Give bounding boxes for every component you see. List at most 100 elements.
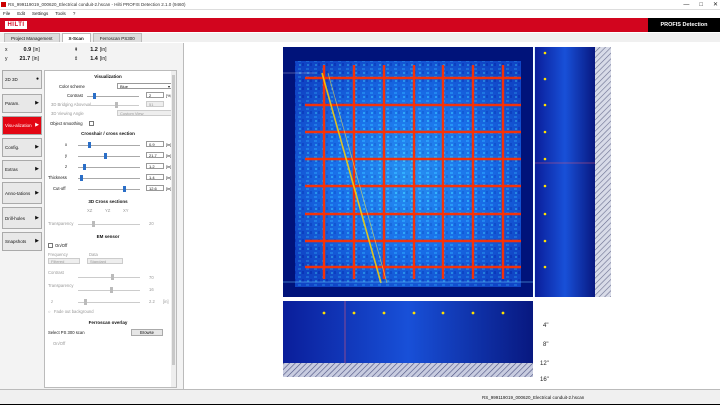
em-contrast-slider[interactable] [78, 274, 140, 280]
menu-edit[interactable]: Edit [17, 10, 25, 18]
scrollbar-thumb[interactable] [172, 75, 175, 365]
cross3d-xy-toggle[interactable]: XY [123, 208, 129, 213]
menu-settings[interactable]: Settings [32, 10, 48, 18]
ferroscan-onoff-label[interactable]: On/Off [53, 341, 65, 346]
em-onoff-label: On/Off [55, 243, 68, 248]
slider-thumb[interactable] [80, 175, 83, 181]
side-button-label: Config. [5, 145, 20, 150]
bottom-section-view[interactable]: 4" 8" 12" 16" [283, 301, 549, 383]
smoothing-label: Object smoothing [50, 121, 83, 126]
minimize-button[interactable]: — [683, 0, 689, 10]
em-z-label: z [51, 299, 54, 304]
bottom-section-background [283, 301, 533, 363]
thickness-label: Thickness [48, 175, 67, 180]
tab-ferroscan[interactable]: Ferroscan PS300 [92, 33, 142, 42]
side-hatched-region [595, 47, 611, 297]
side-button-config[interactable]: Config. ▶ [2, 138, 42, 157]
fade-background-label[interactable]: Fade out background [54, 309, 94, 314]
z2-unit: [in] [99, 56, 107, 62]
slider-thumb[interactable] [84, 299, 87, 305]
em-transparency-label: Transparency [48, 283, 74, 288]
contrast-input[interactable]: 2 [146, 92, 164, 98]
scan-visualization[interactable]: 4" 8" 12" 16" [185, 43, 720, 389]
em-transparency-slider[interactable] [78, 287, 140, 293]
side-button-label: Drill-holes [5, 215, 26, 221]
x-coord-value: 0.9 [23, 47, 32, 53]
thickness-slider[interactable] [78, 175, 140, 181]
cross3d-heading: 3D Cross sections [88, 199, 128, 204]
slider-thumb[interactable] [110, 287, 113, 293]
side-button-2d3d[interactable]: 2D 3D ● [2, 70, 42, 89]
browse-button[interactable]: Browse [131, 329, 163, 336]
cutoff-input[interactable]: 12.6 [146, 185, 164, 191]
viewing-angle-select[interactable]: Custom View [117, 110, 172, 116]
crosshair-y-input[interactable]: 21.7 [146, 152, 164, 158]
menu-tools[interactable]: Tools [55, 10, 66, 18]
em-data-select[interactable]: Standard [87, 258, 123, 264]
bulb-icon: ● [35, 76, 39, 82]
slider-thumb[interactable] [88, 142, 91, 148]
maximize-button[interactable]: □ [699, 0, 703, 10]
crosshair-z-slider[interactable] [78, 164, 140, 170]
tab-x-scan[interactable]: X-Scan [61, 33, 91, 42]
y-coord-unit: [in] [32, 56, 39, 62]
cross3d-xz-toggle[interactable]: XZ [87, 208, 92, 213]
em-z-unit: [in] [163, 299, 169, 304]
slider-thumb[interactable] [93, 93, 96, 99]
side-section-background [535, 47, 595, 297]
cross3d-transparency-value: 20 [149, 221, 154, 226]
thickness-input[interactable]: 1.4 [146, 174, 164, 180]
crosshair-z-label: z [65, 164, 68, 169]
crosshair-y-slider[interactable] [78, 153, 140, 159]
brand-bar: HILTI PROFIS Detection [0, 18, 720, 32]
arrow-right-icon: ▶ [35, 144, 39, 150]
crosshair-x-slider[interactable] [78, 142, 140, 148]
bridging-slider[interactable] [87, 102, 139, 108]
close-button[interactable]: ✕ [713, 0, 718, 10]
visualization-heading: Visualization [94, 74, 122, 79]
menu-help[interactable]: ? [73, 10, 76, 18]
tab-project-management[interactable]: Project Management [4, 33, 60, 42]
crosshair-z-input[interactable]: 1.2 [146, 163, 164, 169]
menu-bar: File Edit Settings Tools ? [0, 10, 720, 18]
em-frequency-select[interactable]: Filtered [48, 258, 80, 264]
properties-scrollbar[interactable] [171, 71, 176, 387]
y-coord-value: 21.7 [19, 56, 31, 62]
slider-thumb[interactable] [123, 186, 126, 192]
x-coord-label: x [5, 47, 8, 53]
side-section-view[interactable] [535, 47, 611, 297]
slider-thumb[interactable] [104, 153, 107, 159]
side-button-extras[interactable]: Extras ▶ [2, 160, 42, 179]
slider-thumb[interactable] [115, 102, 118, 108]
crosshair-x-label: x [65, 142, 68, 147]
product-name: PROFIS Detection [648, 18, 720, 32]
slider-thumb[interactable] [111, 274, 114, 280]
contrast-slider[interactable] [87, 93, 139, 99]
slider-thumb[interactable] [92, 221, 95, 227]
cross3d-transparency-slider[interactable] [78, 221, 140, 227]
visualization-properties-panel: Visualization Color scheme Blue ▾ Contras… [44, 70, 177, 388]
arrow-right-icon: ▶ [35, 122, 39, 128]
plan-view[interactable] [283, 47, 536, 297]
left-panel: x 0.9 [in] y 21.7 [in] ⇞ 1.2 [in] ⇕ 1.4 … [0, 43, 184, 389]
smoothing-checkbox[interactable] [89, 121, 94, 126]
side-button-annotations[interactable]: Anno-tations ▶ [2, 182, 42, 204]
status-file-name: RS_999119019_000620_Electrical conduit-2… [482, 395, 585, 400]
color-scheme-label: Color scheme [59, 84, 85, 89]
cross3d-yz-toggle[interactable]: YZ [105, 208, 110, 213]
slider-thumb[interactable] [83, 164, 86, 170]
em-z-slider[interactable] [78, 299, 140, 305]
em-onoff-checkbox[interactable] [48, 243, 53, 248]
menu-file[interactable]: File [3, 10, 10, 18]
side-button-label: Snapshots [5, 239, 27, 244]
color-scheme-select[interactable]: Blue ▾ [117, 83, 172, 89]
bridging-input[interactable]: 51 [146, 101, 164, 107]
crosshair-x-input[interactable]: 0.9 [146, 141, 164, 147]
cutoff-slider[interactable] [78, 186, 140, 192]
side-button-visualization[interactable]: Visu-alization ▶ [2, 116, 42, 135]
z1-value: 1.2 [90, 47, 98, 53]
side-button-param[interactable]: Param. ▶ [2, 94, 42, 113]
side-button-drillholes[interactable]: Drill-holes ▶ [2, 207, 42, 229]
arrow-right-icon: ▶ [35, 100, 39, 106]
side-button-snapshots[interactable]: Snapshots ▶ [2, 232, 42, 251]
